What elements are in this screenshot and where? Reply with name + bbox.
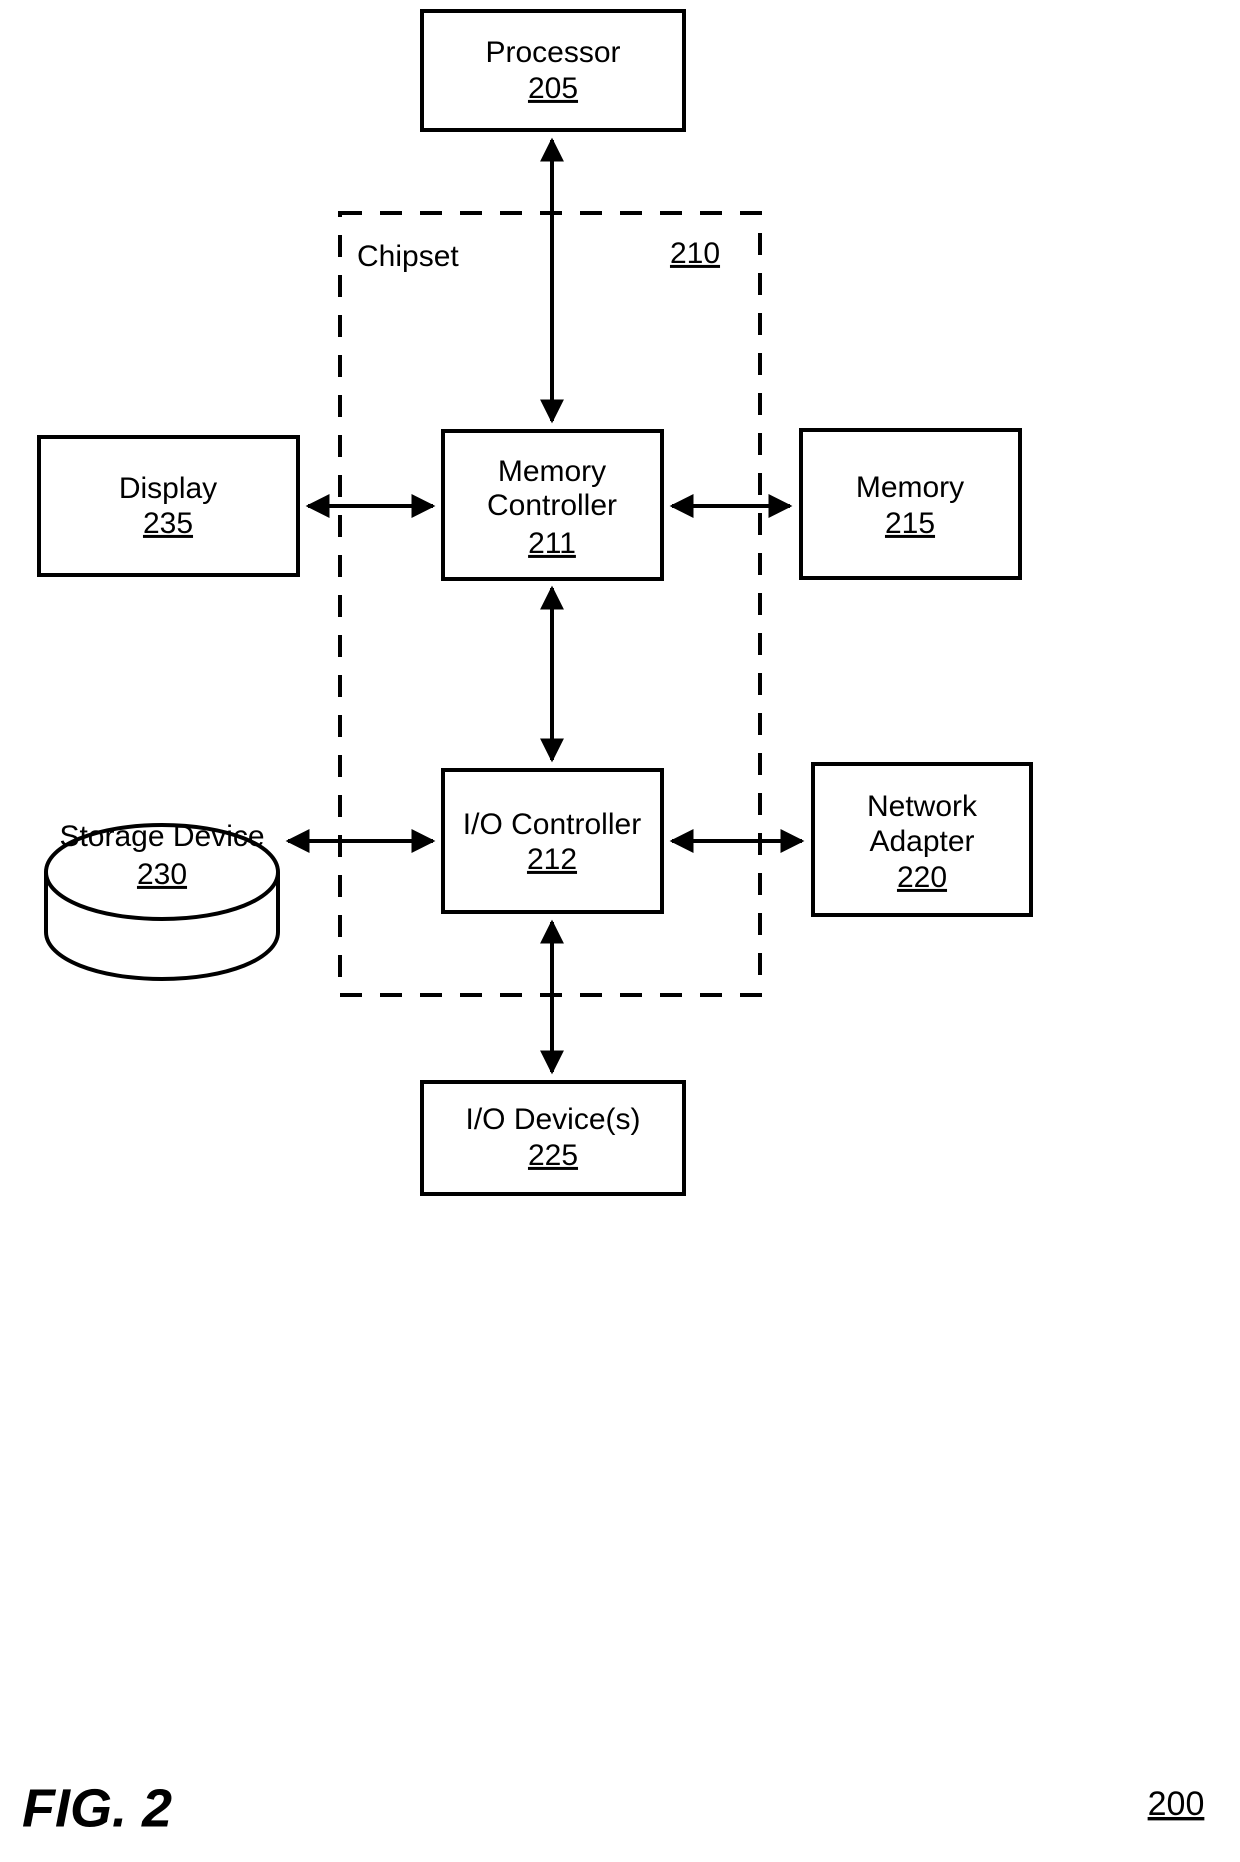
- figure-reference: 200: [1148, 1785, 1205, 1823]
- storage-device-reference: 230: [137, 858, 187, 891]
- node-memory[interactable]: Memory 215: [799, 428, 1022, 580]
- processor-reference: 205: [528, 72, 578, 105]
- io-devices-reference: 225: [528, 1139, 578, 1172]
- memory-reference: 215: [885, 507, 935, 540]
- memory-controller-reference: 211: [528, 527, 576, 560]
- memory-controller-label-line2: Controller: [487, 489, 617, 522]
- node-io-devices[interactable]: I/O Device(s) 225: [420, 1080, 686, 1196]
- chipset-region-reference: 210: [670, 237, 720, 270]
- node-storage-device[interactable]: Storage Device 230: [44, 820, 280, 982]
- storage-device-label: Storage Device: [59, 820, 264, 853]
- block-diagram: Chipset 210 Processor 205 Memory Control…: [22, 9, 1205, 1838]
- processor-label: Processor: [485, 36, 620, 69]
- memory-box: [799, 428, 1022, 580]
- node-io-controller[interactable]: I/O Controller 212: [441, 768, 664, 914]
- io-controller-label: I/O Controller: [463, 808, 641, 841]
- node-processor[interactable]: Processor 205: [420, 9, 686, 132]
- node-display[interactable]: Display 235: [37, 435, 300, 577]
- network-adapter-label-line1: Network: [867, 790, 978, 823]
- figure-caption: FIG. 2: [22, 1778, 172, 1838]
- processor-box: [420, 9, 686, 132]
- node-memory-controller[interactable]: Memory Controller 211: [441, 429, 664, 581]
- node-network-adapter[interactable]: Network Adapter 220: [811, 762, 1033, 917]
- io-controller-reference: 212: [527, 843, 577, 876]
- memory-label: Memory: [856, 471, 964, 504]
- display-label: Display: [119, 472, 217, 505]
- network-adapter-label-line2: Adapter: [869, 825, 974, 858]
- patent-figure: Chipset 210 Processor 205 Memory Control…: [0, 0, 1240, 1862]
- display-reference: 235: [143, 507, 193, 540]
- memory-controller-label-line1: Memory: [498, 455, 606, 488]
- network-adapter-reference: 220: [897, 861, 947, 894]
- chipset-region-label: Chipset: [357, 240, 459, 273]
- io-devices-label: I/O Device(s): [465, 1103, 640, 1136]
- io-controller-box: [441, 768, 664, 914]
